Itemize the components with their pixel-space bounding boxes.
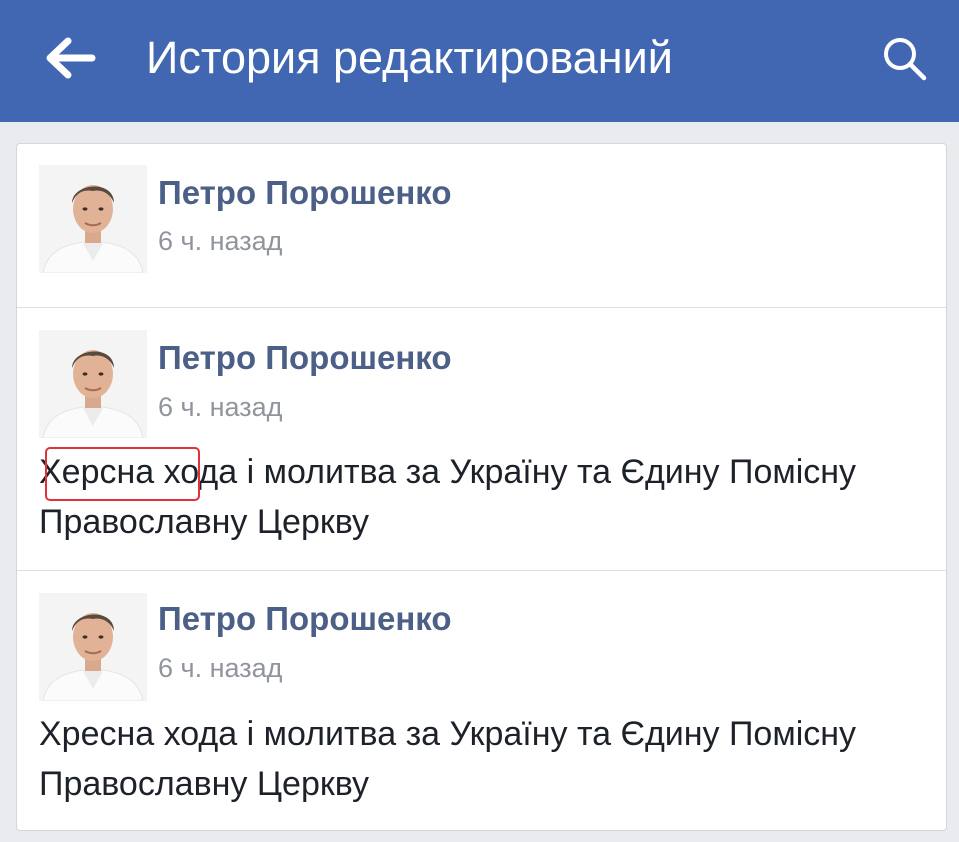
timestamp: 6 ч. назад xyxy=(158,226,283,256)
author-name[interactable]: Петро Порошенко xyxy=(158,600,452,638)
timestamp: 6 ч. назад xyxy=(158,653,283,683)
page-title: История редактирований xyxy=(146,32,673,83)
back-button[interactable] xyxy=(44,36,96,80)
arrow-left-icon xyxy=(46,37,96,79)
search-icon xyxy=(884,38,927,81)
search-button[interactable] xyxy=(880,34,930,84)
avatar[interactable] xyxy=(39,593,147,701)
revision-item: Петро Порошенко 6 ч. назад Херсна хода і… xyxy=(17,308,946,571)
revision-item: Петро Порошенко 6 ч. назад Хресна хода і… xyxy=(17,571,946,830)
avatar[interactable] xyxy=(39,165,147,273)
profile-photo xyxy=(39,330,147,438)
post-text: Хресна хода і молитва за Україну та Єдин… xyxy=(39,715,857,803)
avatar[interactable] xyxy=(39,330,147,438)
author-name[interactable]: Петро Порошенко xyxy=(158,339,452,377)
timestamp: 6 ч. назад xyxy=(158,392,283,422)
post-text: Херсна хода і молитва за Україну та Єдин… xyxy=(39,447,929,547)
revision-item: Петро Порошенко 6 ч. назад xyxy=(17,144,946,308)
profile-photo xyxy=(39,165,147,273)
author-name[interactable]: Петро Порошенко xyxy=(158,174,452,212)
typo-highlight-box xyxy=(45,447,200,501)
profile-photo xyxy=(39,593,147,701)
revision-list: Петро Порошенко 6 ч. назад Петро Порошен… xyxy=(16,143,947,831)
app-header: История редактирований xyxy=(0,0,959,122)
